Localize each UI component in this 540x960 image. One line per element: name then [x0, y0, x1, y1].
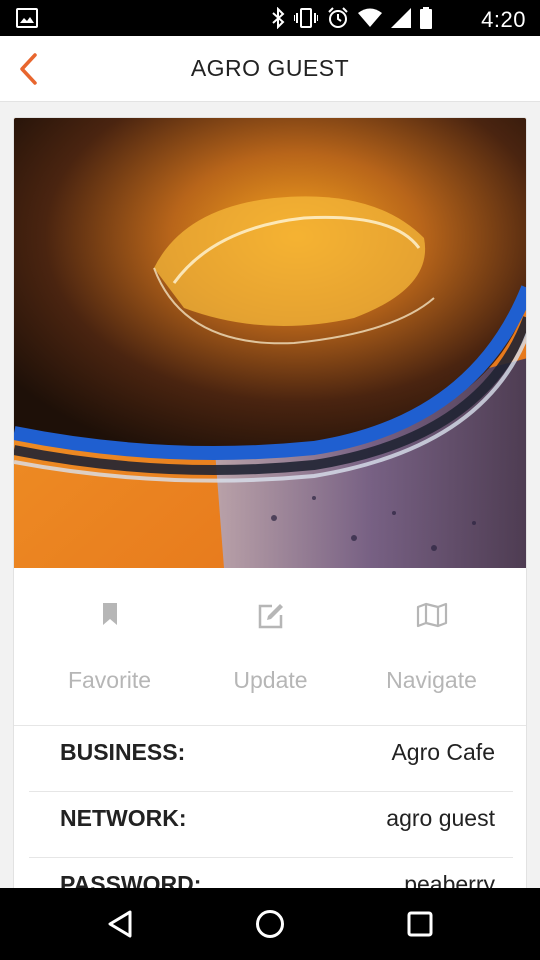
wifi-icon [358, 8, 382, 27]
navigate-label: Navigate [386, 667, 477, 693]
coffee-photo [14, 118, 526, 568]
action-bar: Favorite Update Navigate [14, 568, 526, 726]
bluetooth-icon [272, 7, 285, 29]
navigate-button[interactable]: Navigate [346, 568, 517, 726]
network-card: Favorite Update Navigate BUSINESS: Agro … [13, 117, 527, 917]
app-bar: AGRO GUEST [0, 36, 540, 102]
battery-icon [420, 7, 432, 29]
business-value: Agro Cafe [391, 739, 495, 765]
home-circle-icon [256, 910, 284, 938]
clock: 4:20 [481, 7, 526, 32]
nav-back-button[interactable] [100, 906, 140, 942]
nav-recents-button[interactable] [400, 906, 440, 942]
edit-icon [185, 602, 356, 630]
system-nav-bar [0, 888, 540, 960]
vibrate-icon [294, 8, 318, 28]
nav-home-button[interactable] [250, 906, 290, 942]
status-icons [271, 7, 432, 29]
network-value: agro guest [386, 805, 495, 831]
detail-row-network: NETWORK: agro guest [29, 792, 513, 858]
bookmark-icon [24, 602, 195, 626]
network-key: NETWORK: [60, 805, 187, 831]
update-label: Update [233, 667, 308, 693]
recents-square-icon [407, 911, 433, 937]
favorite-label: Favorite [67, 667, 152, 693]
image-notification-icon [16, 8, 38, 28]
map-icon [346, 602, 517, 628]
favorite-button[interactable]: Favorite [24, 568, 195, 726]
update-button[interactable]: Update [185, 568, 356, 726]
business-key: BUSINESS: [60, 739, 186, 765]
alarm-icon [328, 7, 348, 28]
status-bar: 4:20 [0, 0, 540, 36]
page-title: AGRO GUEST [190, 55, 350, 81]
cell-signal-icon [391, 8, 411, 28]
back-triangle-icon [108, 910, 132, 938]
detail-row-business: BUSINESS: Agro Cafe [29, 726, 513, 792]
